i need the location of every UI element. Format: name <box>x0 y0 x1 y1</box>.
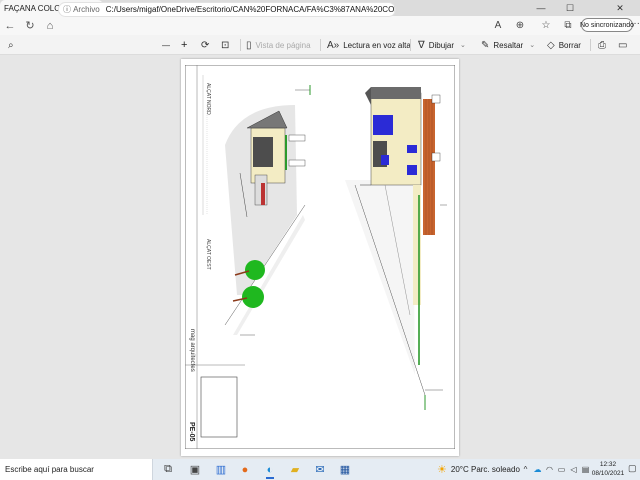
url-field[interactable]: ⓘ Archivo C:/Users/migaf/OneDrive/Escrit… <box>58 2 396 17</box>
pdf-toolbar: ⌕ — + ⟳ ⊡ ▯ Vista de página A» Lectura e… <box>0 35 640 55</box>
zoom-out-button[interactable]: — <box>162 35 170 55</box>
zoom-in-button[interactable]: + <box>181 35 187 55</box>
outlook-icon[interactable]: ✉ <box>311 461 329 478</box>
page-view-label: Vista de página <box>255 40 311 50</box>
read-aloud-label: Lectura en voz alta <box>343 40 411 50</box>
battery-icon[interactable]: ▭ <box>556 462 567 477</box>
task-view-icon[interactable]: ⧉ <box>159 461 177 478</box>
firefox-icon[interactable]: ● <box>236 461 254 478</box>
company-name: mag arquitectes <box>189 329 195 372</box>
more-icon[interactable]: ··· <box>630 18 640 29</box>
clock-time: 12:32 <box>599 461 617 468</box>
clock[interactable]: 12:32 08/10/2021 <box>591 460 625 478</box>
highlight-label: Resaltar <box>493 40 524 50</box>
page-view-button[interactable]: ▯ Vista de página <box>246 35 311 55</box>
teams-icon[interactable]: ▥ <box>212 461 230 478</box>
wifi-icon[interactable]: ◠ <box>544 462 555 477</box>
weather-widget[interactable]: ☀ 20°C Parc. soleado <box>437 459 520 480</box>
weather-text: Parc. soleado <box>470 465 520 474</box>
taskbar-search-input[interactable]: Escribe aquí para buscar <box>0 459 153 480</box>
collections-icon[interactable]: ⧉ <box>560 18 576 33</box>
volume-icon[interactable]: ◁ <box>568 462 579 477</box>
read-aloud-toolbar-icon: A» <box>327 39 340 51</box>
taskbar: Escribe aquí para buscar ⧉ ▣ ▥ ● ◐ ▰ ✉ ▦… <box>0 459 640 480</box>
temperature: 20°C <box>450 465 469 474</box>
read-aloud-button[interactable]: A» Lectura en voz alta <box>327 35 411 55</box>
refresh-icon[interactable]: ↻ <box>20 16 40 35</box>
elevation-label-west: ALÇAT OEST <box>205 239 211 270</box>
zoom-icon[interactable]: ⊕ <box>512 18 528 33</box>
store-icon[interactable]: ▣ <box>186 461 204 478</box>
maximize-icon[interactable]: ☐ <box>556 0 584 16</box>
file-explorer-icon[interactable]: ▰ <box>286 461 304 478</box>
read-aloud-icon[interactable]: A <box>490 18 506 33</box>
clock-date: 08/10/2021 <box>591 470 625 477</box>
sync-button[interactable]: No sincronizando <box>580 18 634 32</box>
print-icon[interactable]: ⎙ <box>598 35 610 55</box>
highlight-button[interactable]: ✎ Resaltar ⌄ <box>481 35 535 55</box>
pdf-page: ALÇAT NORD ALÇAT OEST mag arquitectes PE… <box>181 59 459 456</box>
close-window-icon[interactable]: ✕ <box>606 0 634 16</box>
elevation-label-north: ALÇAT NORD <box>205 83 211 115</box>
rotate-icon[interactable]: ⟳ <box>201 35 213 55</box>
draw-button[interactable]: ∇ Dibujar ⌄ <box>418 35 466 55</box>
highlight-icon: ✎ <box>481 39 490 51</box>
document-viewer[interactable]: ALÇAT NORD ALÇAT OEST mag arquitectes PE… <box>0 55 640 459</box>
info-icon: ⓘ <box>63 5 71 14</box>
edge-icon[interactable]: ◐ <box>261 461 279 479</box>
chevron-down-icon: ⌄ <box>529 42 536 49</box>
elevation-drawing <box>185 65 455 449</box>
chevron-up-icon[interactable]: ^ <box>520 462 531 477</box>
page-view-icon: ▯ <box>246 39 252 51</box>
sheet-code: PE-05 <box>188 422 195 442</box>
url-scheme: Archivo <box>73 5 100 14</box>
minimize-icon[interactable]: — <box>527 0 555 16</box>
search-icon[interactable]: ⌕ <box>8 35 18 55</box>
save-icon[interactable]: ▭ <box>618 35 631 55</box>
draw-label: Dibujar <box>428 40 455 50</box>
draw-icon: ∇ <box>418 39 425 51</box>
back-icon[interactable]: ← <box>0 16 20 35</box>
fit-page-icon[interactable]: ⊡ <box>221 35 233 55</box>
sun-icon: ☀ <box>437 464 447 476</box>
erase-button[interactable]: ◇ Borrar <box>547 35 581 55</box>
onedrive-icon[interactable]: ☁ <box>532 462 543 477</box>
network-icon[interactable]: ▤ <box>580 462 591 477</box>
favorites-icon[interactable]: ☆ <box>538 18 554 33</box>
calculator-icon[interactable]: ▦ <box>336 461 354 478</box>
notifications-icon[interactable]: ▢ <box>628 463 637 474</box>
chevron-down-icon: ⌄ <box>460 42 466 49</box>
url-text: C:/Users/migaf/OneDrive/Escritorio/CAN%2… <box>105 5 395 14</box>
erase-label: Borrar <box>558 40 581 50</box>
home-icon[interactable]: ⌂ <box>40 16 60 35</box>
eraser-icon: ◇ <box>547 39 555 51</box>
